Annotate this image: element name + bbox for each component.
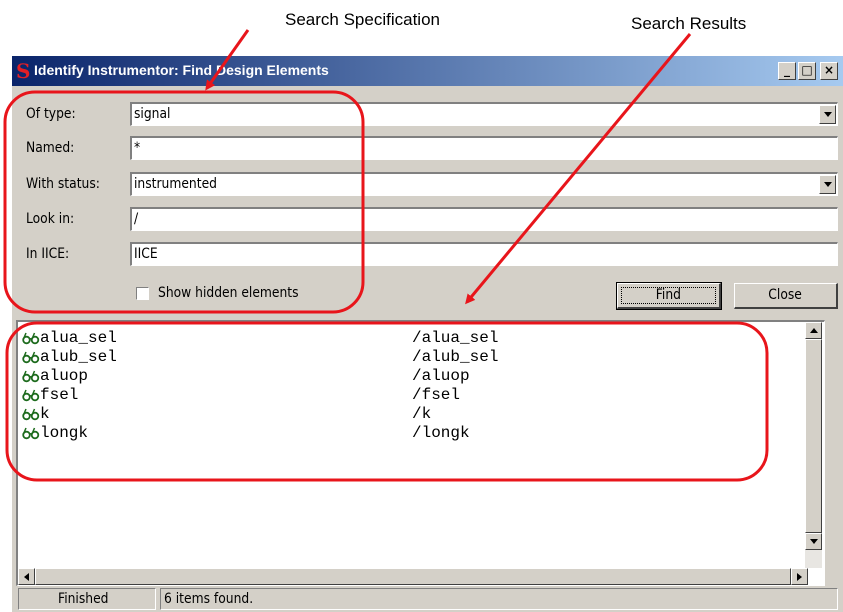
in-iice-label: In IICE: bbox=[26, 246, 70, 262]
result-name: alub_sel bbox=[40, 348, 117, 366]
with-status-dropdown-button[interactable] bbox=[819, 175, 836, 194]
result-name: fsel bbox=[40, 386, 79, 404]
in-iice-input[interactable]: IICE bbox=[130, 242, 838, 266]
status-message-text: 6 items found. bbox=[164, 591, 254, 607]
result-name: aluop bbox=[40, 367, 89, 385]
find-design-elements-window: S Identify Instrumentor: Find Design Ele… bbox=[12, 56, 843, 612]
show-hidden-label[interactable]: Show hidden elements bbox=[158, 285, 299, 301]
named-input[interactable]: * bbox=[130, 136, 838, 160]
result-row[interactable]: alua_sel/alua_sel bbox=[18, 328, 798, 348]
glasses-icon bbox=[22, 427, 40, 440]
horizontal-scrollbar[interactable] bbox=[18, 568, 808, 585]
arrow-left-icon bbox=[24, 572, 29, 581]
scroll-down-button[interactable] bbox=[805, 533, 822, 550]
result-row[interactable]: alub_sel/alub_sel bbox=[18, 347, 798, 367]
arrow-right-icon bbox=[797, 572, 802, 581]
result-path: /aluop bbox=[412, 367, 470, 385]
app-logo-icon: S bbox=[16, 59, 31, 83]
result-row[interactable]: k/k bbox=[18, 404, 798, 424]
vertical-scrollbar[interactable] bbox=[805, 322, 822, 568]
glasses-icon bbox=[22, 389, 40, 402]
find-button-label: Find bbox=[655, 287, 682, 303]
maximize-button[interactable]: □ bbox=[798, 62, 816, 80]
look-in-input[interactable]: / bbox=[130, 207, 838, 231]
result-name: longk bbox=[40, 424, 89, 442]
vertical-scroll-thumb[interactable] bbox=[805, 339, 822, 533]
close-button[interactable]: Close bbox=[734, 283, 838, 309]
named-label: Named: bbox=[26, 140, 75, 156]
search-specification-callout: Search Specification bbox=[285, 10, 440, 29]
glasses-icon bbox=[22, 351, 40, 364]
result-row[interactable]: fsel/fsel bbox=[18, 385, 798, 405]
result-path: /fsel bbox=[412, 386, 461, 404]
scroll-left-button[interactable] bbox=[18, 568, 35, 585]
result-path: /alub_sel bbox=[412, 348, 499, 366]
named-value: * bbox=[134, 140, 141, 156]
with-status-select[interactable]: instrumented bbox=[130, 172, 838, 196]
title-bar[interactable]: S Identify Instrumentor: Find Design Ele… bbox=[12, 56, 843, 86]
in-iice-value: IICE bbox=[134, 246, 158, 262]
with-status-label: With status: bbox=[26, 176, 100, 192]
of-type-label: Of type: bbox=[26, 106, 76, 122]
chevron-down-icon bbox=[823, 182, 832, 187]
glasses-icon bbox=[22, 370, 40, 383]
result-name: k bbox=[40, 405, 50, 423]
result-path: /longk bbox=[412, 424, 470, 442]
scroll-up-button[interactable] bbox=[805, 322, 822, 339]
of-type-select[interactable]: signal bbox=[130, 102, 838, 126]
scroll-right-button[interactable] bbox=[791, 568, 808, 585]
result-name: alua_sel bbox=[40, 329, 117, 347]
minimize-button[interactable]: _ bbox=[778, 62, 796, 80]
result-row[interactable]: longk/longk bbox=[18, 423, 798, 443]
search-results-callout: Search Results bbox=[631, 14, 747, 33]
result-path: /k bbox=[412, 405, 432, 423]
look-in-value: / bbox=[134, 211, 139, 227]
arrow-up-icon bbox=[809, 328, 818, 333]
glasses-icon bbox=[22, 332, 40, 345]
chevron-down-icon bbox=[823, 112, 832, 117]
look-in-label: Look in: bbox=[26, 211, 75, 227]
of-type-value: signal bbox=[134, 106, 171, 122]
close-window-button[interactable]: × bbox=[820, 62, 838, 80]
result-path: /alua_sel bbox=[412, 329, 499, 347]
show-hidden-checkbox[interactable] bbox=[136, 287, 149, 300]
window-title: Identify Instrumentor: Find Design Eleme… bbox=[34, 62, 329, 78]
result-row[interactable]: aluop/aluop bbox=[18, 366, 798, 386]
find-button[interactable]: Find bbox=[616, 282, 722, 310]
status-state-text: Finished bbox=[58, 591, 109, 607]
close-button-label: Close bbox=[768, 287, 803, 303]
glasses-icon bbox=[22, 408, 40, 421]
status-state: Finished bbox=[18, 588, 156, 610]
results-list[interactable]: alua_sel/alua_sel alub_sel/alub_sel aluop /… bbox=[16, 320, 825, 586]
arrow-down-icon bbox=[809, 539, 818, 544]
horizontal-scroll-thumb[interactable] bbox=[35, 568, 791, 585]
of-type-dropdown-button[interactable] bbox=[819, 105, 836, 124]
with-status-value: instrumented bbox=[134, 176, 217, 192]
status-message: 6 items found. bbox=[160, 588, 838, 610]
